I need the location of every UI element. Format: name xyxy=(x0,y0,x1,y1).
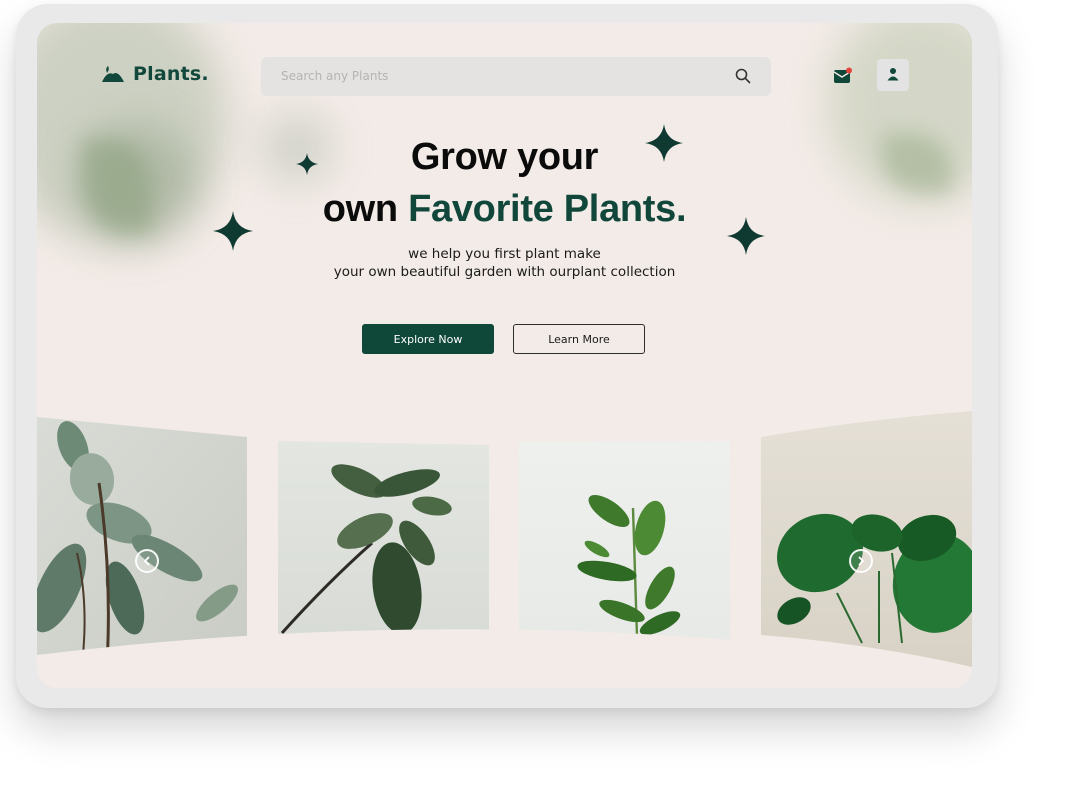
chevron-right-icon xyxy=(858,556,865,566)
plant-sprout-icon xyxy=(101,65,125,83)
profile-button[interactable] xyxy=(877,59,909,91)
gallery-photo-monstera[interactable] xyxy=(761,411,972,667)
explore-now-button[interactable]: Explore Now xyxy=(362,324,494,354)
hero-title-line1: Grow your xyxy=(410,136,599,178)
gallery-top-curve xyxy=(37,403,972,417)
search-icon[interactable] xyxy=(735,68,751,88)
gallery-photo-rubber-plant[interactable] xyxy=(37,417,247,666)
brand-logo[interactable]: Plants. xyxy=(101,63,209,85)
app-screen: Plants. Search any Plants Grow your own … xyxy=(37,23,972,688)
gallery-photo-ficus[interactable] xyxy=(519,441,730,640)
chevron-left-icon xyxy=(143,556,150,566)
hero-title-accent: Favorite Plants. xyxy=(408,188,687,230)
search-input[interactable]: Search any Plants xyxy=(281,69,388,83)
hero-title-line2: own Favorite Plants. xyxy=(267,184,742,234)
gallery-next-button[interactable] xyxy=(849,549,873,573)
gallery-photo-branch-plant[interactable] xyxy=(278,441,489,637)
search-bar[interactable]: Search any Plants xyxy=(261,57,771,96)
plant-gallery xyxy=(37,403,972,688)
hero-title-plain: own xyxy=(322,188,398,230)
hero-subtitle-line2: your own beautiful garden with ourplant … xyxy=(333,264,676,280)
mail-notification-icon xyxy=(832,67,858,91)
mail-button[interactable] xyxy=(832,65,858,87)
gallery-prev-button[interactable] xyxy=(135,549,159,573)
sparkle-icon xyxy=(213,211,253,251)
brand-name: Plants. xyxy=(133,63,209,85)
hero-subtitle-line1: we help you first plant make xyxy=(408,246,601,262)
learn-more-button[interactable]: Learn More xyxy=(513,324,645,354)
user-icon xyxy=(886,66,900,85)
